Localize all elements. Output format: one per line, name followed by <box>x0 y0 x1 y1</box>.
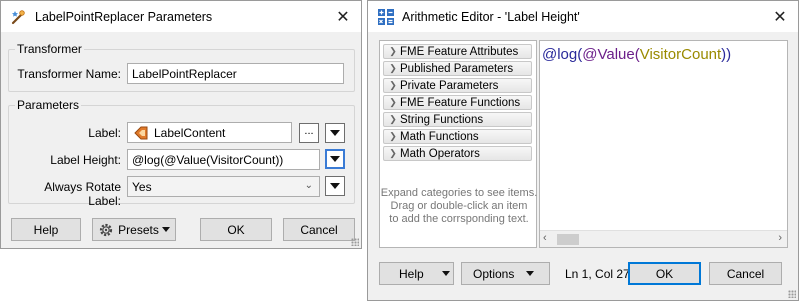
cancel-button-label: Cancel <box>300 222 338 237</box>
scroll-right-icon[interactable]: › <box>778 232 782 244</box>
calculator-icon <box>377 8 395 26</box>
label-height-value: @log(@Value(VisitorCount)) <box>132 152 284 167</box>
category-item[interactable]: ❯ FME Feature Functions <box>383 95 532 110</box>
horizontal-scrollbar[interactable]: ‹ › <box>540 230 787 247</box>
category-item[interactable]: ❯ Math Operators <box>383 146 532 161</box>
category-label: FME Feature Functions <box>400 96 521 109</box>
label-height-menu-button[interactable] <box>325 149 345 169</box>
presets-button[interactable]: Presets <box>92 218 176 241</box>
chevron-right-icon: ❯ <box>389 80 397 90</box>
scroll-left-icon[interactable]: ‹ <box>543 232 547 244</box>
chevron-right-icon: ❯ <box>389 97 397 107</box>
ok-button-label: OK <box>655 266 674 281</box>
category-panel: ❯ FME Feature Attributes ❯ Published Parame… <box>379 40 537 248</box>
help-button-label: Help <box>399 266 424 281</box>
cancel-button[interactable]: Cancel <box>709 262 782 285</box>
label-height-label: Label Height: <box>50 153 121 167</box>
category-item[interactable]: ❯ Private Parameters <box>383 78 532 93</box>
arithmetic-editor-dialog: Arithmetic Editor - 'Label Height' ✕ ❯ FM… <box>367 0 799 301</box>
chevron-down-icon <box>441 271 450 276</box>
chevron-down-icon <box>330 156 340 162</box>
transformer-name-value: LabelPointReplacer <box>132 66 237 81</box>
transformer-name-label: Transformer Name: <box>17 67 121 81</box>
ok-button-label: OK <box>227 222 245 237</box>
scroll-thumb[interactable] <box>557 234 579 245</box>
editor-titlebar: Arithmetic Editor - 'Label Height' ✕ <box>368 1 798 32</box>
transformer-icon <box>10 8 28 26</box>
options-button[interactable]: Options <box>461 262 550 285</box>
always-rotate-menu-button[interactable] <box>325 176 345 196</box>
category-label: Math Functions <box>400 130 479 143</box>
chevron-down-icon <box>161 227 170 232</box>
chevron-right-icon: ❯ <box>389 63 397 73</box>
label-height-input[interactable]: @log(@Value(VisitorCount)) <box>127 149 320 170</box>
label-value: LabelContent <box>154 125 226 140</box>
label-menu-button[interactable] <box>325 123 345 143</box>
category-label: String Functions <box>400 113 484 126</box>
category-item[interactable]: ❯ Published Parameters <box>383 61 532 76</box>
always-rotate-select[interactable]: Yes ⌄ <box>127 176 320 197</box>
chevron-right-icon: ❯ <box>389 114 397 124</box>
expression-function: @log( <box>542 46 583 63</box>
attribute-icon <box>134 126 148 140</box>
chevron-right-icon: ❯ <box>389 131 397 141</box>
expression-attribute: VisitorCount <box>639 46 722 63</box>
cancel-button-label: Cancel <box>726 266 765 281</box>
transformer-group-legend: Transformer <box>15 42 84 56</box>
ellipsis-label: ... <box>304 125 314 137</box>
category-item[interactable]: ❯ Math Functions <box>383 129 532 144</box>
category-label: Math Operators <box>400 147 480 160</box>
options-button-label: Options <box>473 266 515 281</box>
category-label: FME Feature Attributes <box>400 45 519 58</box>
chevron-down-icon <box>330 183 340 189</box>
expression-close-parens: )) <box>721 46 732 63</box>
help-button-label: Help <box>33 222 59 237</box>
category-label: Published Parameters <box>400 62 514 75</box>
resize-grip[interactable] <box>351 238 359 246</box>
expression-text: @log(@Value(VisitorCount)) <box>542 46 731 63</box>
help-text-line: to add the corrsponding text. <box>389 213 529 225</box>
gear-icon <box>98 222 114 238</box>
help-button[interactable]: Help <box>11 218 81 241</box>
category-item[interactable]: ❯ FME Feature Attributes <box>383 44 532 59</box>
expression-value-function: @Value( <box>582 46 640 63</box>
cursor-position-status: Ln 1, Col 27 <box>565 267 630 281</box>
label-field-label: Label: <box>88 126 121 140</box>
help-text-line: Expand categories to see items. <box>380 187 538 199</box>
ok-button[interactable]: OK <box>200 218 272 241</box>
always-rotate-label: Always Rotate Label: <box>44 180 121 208</box>
chevron-right-icon: ❯ <box>389 148 397 158</box>
presets-button-label: Presets <box>118 222 159 237</box>
cancel-button[interactable]: Cancel <box>283 218 355 241</box>
parameters-dialog: LabelPointReplacer Parameters ✕ Transfor… <box>0 0 362 249</box>
dialog-titlebar: LabelPointReplacer Parameters ✕ <box>1 1 361 32</box>
chevron-down-icon <box>330 130 340 136</box>
close-icon[interactable]: ✕ <box>325 1 361 32</box>
help-button[interactable]: Help <box>379 262 454 285</box>
always-rotate-value: Yes <box>132 179 152 194</box>
chevron-down-icon: ⌄ <box>304 180 313 191</box>
close-icon[interactable]: ✕ <box>762 1 798 32</box>
label-input[interactable]: LabelContent <box>127 122 292 143</box>
ok-button[interactable]: OK <box>628 262 701 285</box>
help-text-line: Drag or double-click an item <box>390 200 528 212</box>
dialog-title: LabelPointReplacer Parameters <box>35 9 213 24</box>
transformer-name-input[interactable]: LabelPointReplacer <box>127 63 344 84</box>
expression-editor[interactable]: @log(@Value(VisitorCount)) ‹ › <box>539 40 788 248</box>
category-item[interactable]: ❯ String Functions <box>383 112 532 127</box>
resize-grip[interactable] <box>788 290 796 298</box>
editor-title: Arithmetic Editor - 'Label Height' <box>402 9 580 24</box>
chevron-right-icon: ❯ <box>389 46 397 56</box>
ellipsis-button[interactable]: ... <box>299 123 319 143</box>
chevron-down-icon <box>526 271 535 276</box>
parameters-group-legend: Parameters <box>15 98 82 112</box>
category-label: Private Parameters <box>400 79 499 92</box>
